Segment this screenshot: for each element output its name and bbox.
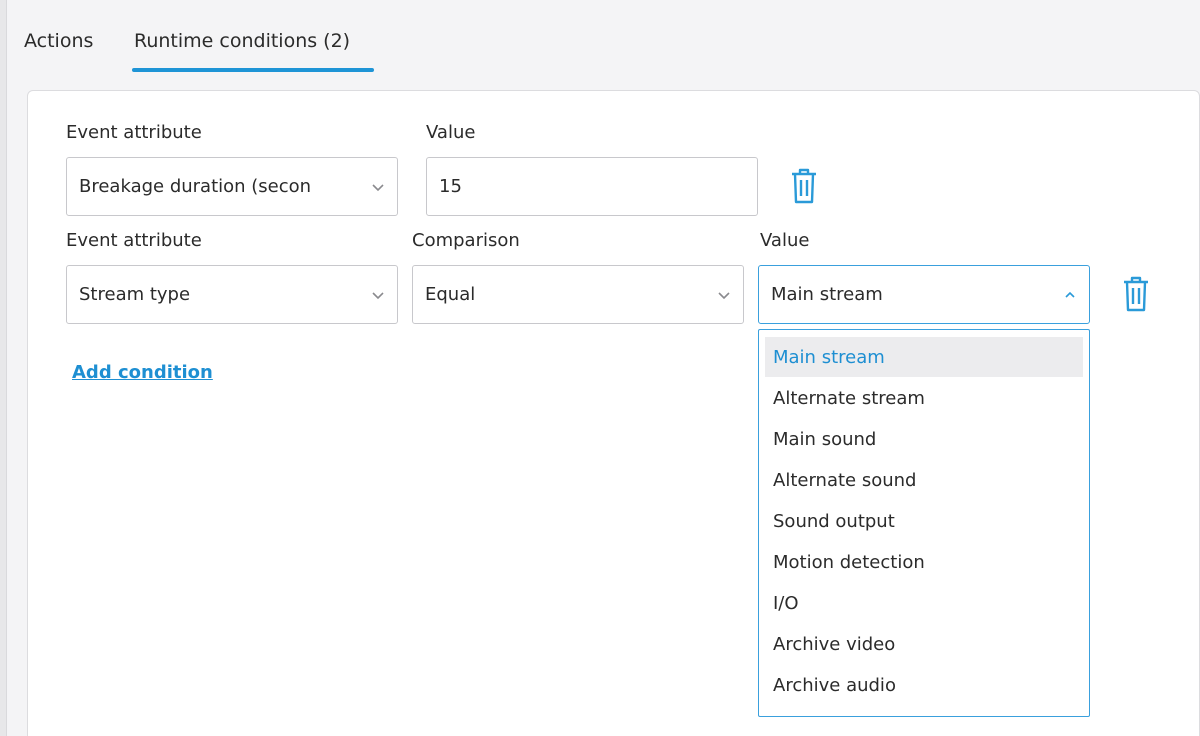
tab-runtime-conditions[interactable]: Runtime conditions (2) [134, 30, 350, 52]
row1-value-label: Value [426, 122, 476, 143]
row1-value-text: 15 [439, 176, 462, 197]
row1-attribute-value: Breakage duration (secon [79, 176, 312, 197]
dropdown-option-alternate-sound[interactable]: Alternate sound [765, 460, 1083, 500]
dropdown-option-main-stream[interactable]: Main stream [765, 337, 1083, 377]
dropdown-option-archive-video[interactable]: Archive video [765, 624, 1083, 664]
chevron-down-icon [718, 291, 730, 299]
row2-value-text: Main stream [771, 284, 883, 305]
left-edge [0, 0, 7, 736]
row1-attribute-label: Event attribute [66, 122, 202, 143]
value-dropdown-list: Main stream Alternate stream Main sound … [758, 329, 1090, 717]
row2-comparison-select[interactable]: Equal [412, 265, 744, 324]
row1-value-input[interactable]: 15 [426, 157, 758, 216]
dropdown-option-archive-audio[interactable]: Archive audio [765, 665, 1083, 705]
row2-value-select[interactable]: Main stream [758, 265, 1090, 324]
add-condition-link[interactable]: Add condition [72, 362, 213, 383]
trash-icon[interactable] [1123, 276, 1149, 312]
dropdown-option-io[interactable]: I/O [765, 583, 1083, 623]
row2-comparison-value: Equal [425, 284, 476, 305]
dropdown-option-alternate-stream[interactable]: Alternate stream [765, 378, 1083, 418]
chevron-down-icon [372, 183, 384, 191]
row2-attribute-value: Stream type [79, 284, 191, 305]
trash-icon[interactable] [791, 168, 817, 204]
runtime-conditions-screen: Actions Runtime conditions (2) Event att… [0, 0, 1200, 736]
row2-attribute-select[interactable]: Stream type [66, 265, 398, 324]
tab-actions[interactable]: Actions [24, 30, 93, 52]
row2-comparison-label: Comparison [412, 230, 520, 251]
dropdown-option-motion-detection[interactable]: Motion detection [765, 542, 1083, 582]
row1-attribute-select[interactable]: Breakage duration (secon [66, 157, 398, 216]
active-tab-indicator [132, 68, 374, 72]
row2-value-label: Value [760, 230, 810, 251]
dropdown-option-sound-output[interactable]: Sound output [765, 501, 1083, 541]
chevron-up-icon [1065, 291, 1075, 298]
row2-attribute-label: Event attribute [66, 230, 202, 251]
dropdown-option-main-sound[interactable]: Main sound [765, 419, 1083, 459]
chevron-down-icon [372, 291, 384, 299]
